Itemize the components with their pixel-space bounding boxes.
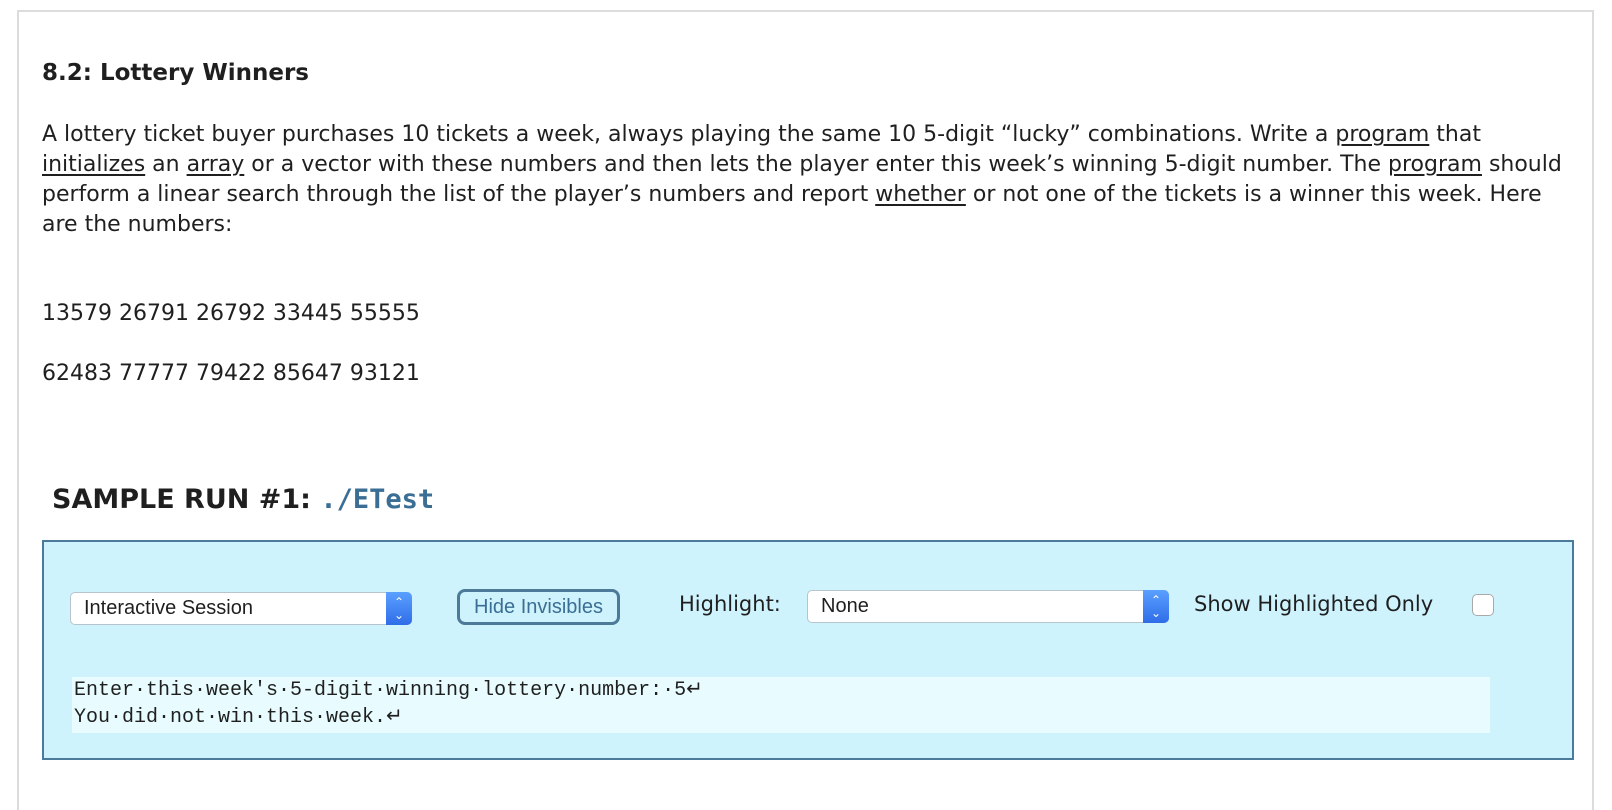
desc-text: A lottery ticket buyer purchases 10 tick…	[42, 122, 1336, 147]
session-mode-select[interactable]: Interactive Session ⌃ ⌄	[70, 592, 412, 625]
glossary-link-initializes[interactable]: initializes	[42, 152, 145, 177]
sample-run-panel: Interactive Session ⌃ ⌄ Hide Invisibles H…	[42, 540, 1574, 760]
lucky-numbers-row: 13579 26791 26792 33445 55555	[42, 301, 420, 326]
glossary-link-program[interactable]: program	[1335, 122, 1429, 147]
show-highlighted-only-checkbox[interactable]	[1472, 594, 1494, 616]
sample-run-label: SAMPLE RUN #1:	[52, 484, 311, 515]
select-updown-icon: ⌃ ⌄	[386, 592, 412, 625]
problem-title: 8.2: Lottery Winners	[42, 60, 309, 86]
sample-run-command: ./ETest	[320, 484, 435, 515]
problem-description: A lottery ticket buyer purchases 10 tick…	[42, 120, 1562, 240]
desc-text: that	[1429, 122, 1481, 147]
desc-text: an	[145, 152, 187, 177]
terminal-output: Enter·this·week's·5-digit·winning·lotter…	[72, 677, 1490, 733]
terminal-line: Enter·this·week's·5-digit·winning·lotter…	[74, 679, 703, 702]
highlight-label: Highlight:	[679, 592, 781, 616]
glossary-link-whether[interactable]: whether	[875, 182, 966, 207]
lucky-numbers-row: 62483 77777 79422 85647 93121	[42, 361, 420, 386]
highlight-value: None	[821, 595, 869, 617]
select-updown-icon: ⌃ ⌄	[1143, 590, 1169, 623]
glossary-link-array[interactable]: array	[187, 152, 245, 177]
highlight-select[interactable]: None ⌃ ⌄	[807, 590, 1169, 623]
terminal-line: You·did·not·win·this·week.↵	[74, 706, 403, 729]
show-highlighted-only-label: Show Highlighted Only	[1194, 592, 1434, 616]
desc-text: or a vector with these numbers and then …	[244, 152, 1389, 177]
sample-run-heading: SAMPLE RUN #1: ./ETest	[52, 484, 434, 515]
session-mode-value: Interactive Session	[84, 597, 253, 619]
glossary-link-program[interactable]: program	[1388, 152, 1482, 177]
hide-invisibles-button[interactable]: Hide Invisibles	[457, 589, 620, 625]
